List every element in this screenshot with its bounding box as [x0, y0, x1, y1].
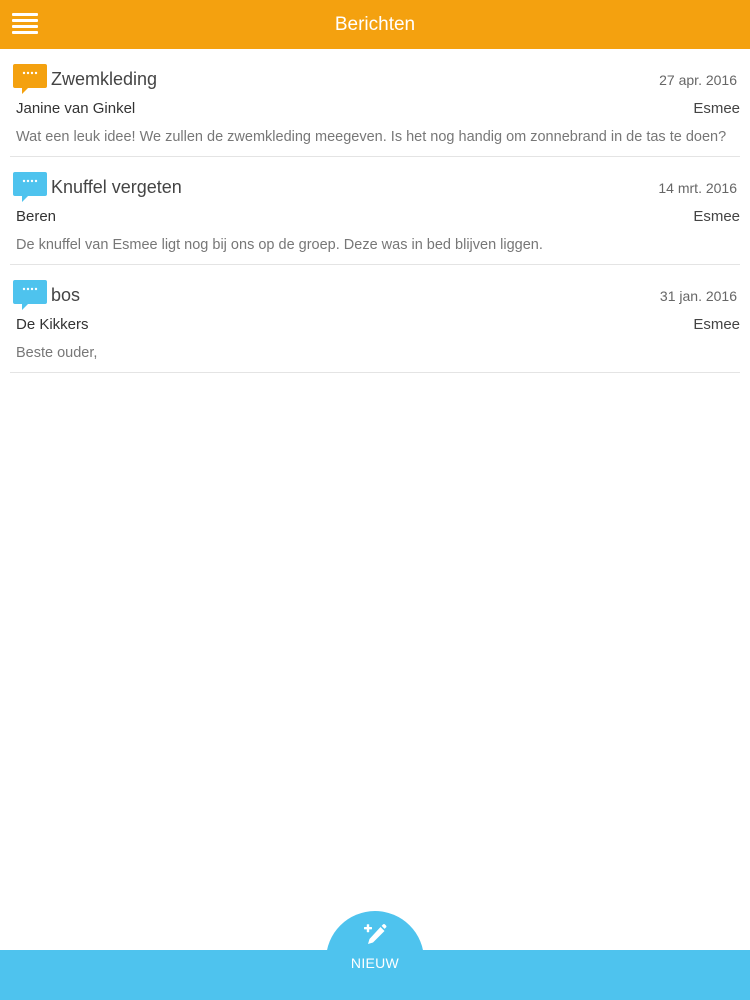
- compose-pencil-icon: [364, 924, 387, 944]
- message-item[interactable]: bos 31 jan. 2016 De Kikkers Esmee Beste …: [10, 265, 740, 373]
- message-sender: Beren: [16, 208, 57, 225]
- message-list: Zwemkleding 27 apr. 2016 Janine van Gink…: [0, 49, 750, 373]
- message-preview: Beste ouder,: [16, 345, 98, 361]
- message-item[interactable]: Knuffel vergeten 14 mrt. 2016 Beren Esme…: [10, 157, 740, 265]
- message-item[interactable]: Zwemkleding 27 apr. 2016 Janine van Gink…: [10, 49, 740, 157]
- speech-bubble-icon: [13, 172, 47, 202]
- top-bar: Berichten: [0, 0, 750, 49]
- page-title: Berichten: [334, 14, 416, 35]
- message-sender: Janine van Ginkel: [16, 100, 136, 117]
- message-date: 31 jan. 2016: [659, 288, 737, 304]
- message-child-name: Esmee: [693, 100, 740, 117]
- new-message-button[interactable]: NIEUW: [326, 911, 424, 1000]
- message-subject: bos: [51, 285, 81, 305]
- message-sender: De Kikkers: [16, 316, 89, 333]
- message-child-name: Esmee: [693, 208, 740, 225]
- message-child-name: Esmee: [693, 316, 740, 333]
- message-date: 14 mrt. 2016: [658, 180, 737, 196]
- speech-bubble-icon: [13, 64, 47, 94]
- message-preview: Wat een leuk idee! We zullen de zwemkled…: [16, 129, 727, 145]
- message-date: 27 apr. 2016: [659, 72, 737, 88]
- new-message-label: NIEUW: [350, 955, 400, 971]
- message-preview: De knuffel van Esmee ligt nog bij ons op…: [16, 237, 543, 253]
- speech-bubble-icon: [13, 280, 47, 310]
- message-subject: Knuffel vergeten: [51, 177, 182, 197]
- message-subject: Zwemkleding: [51, 69, 158, 89]
